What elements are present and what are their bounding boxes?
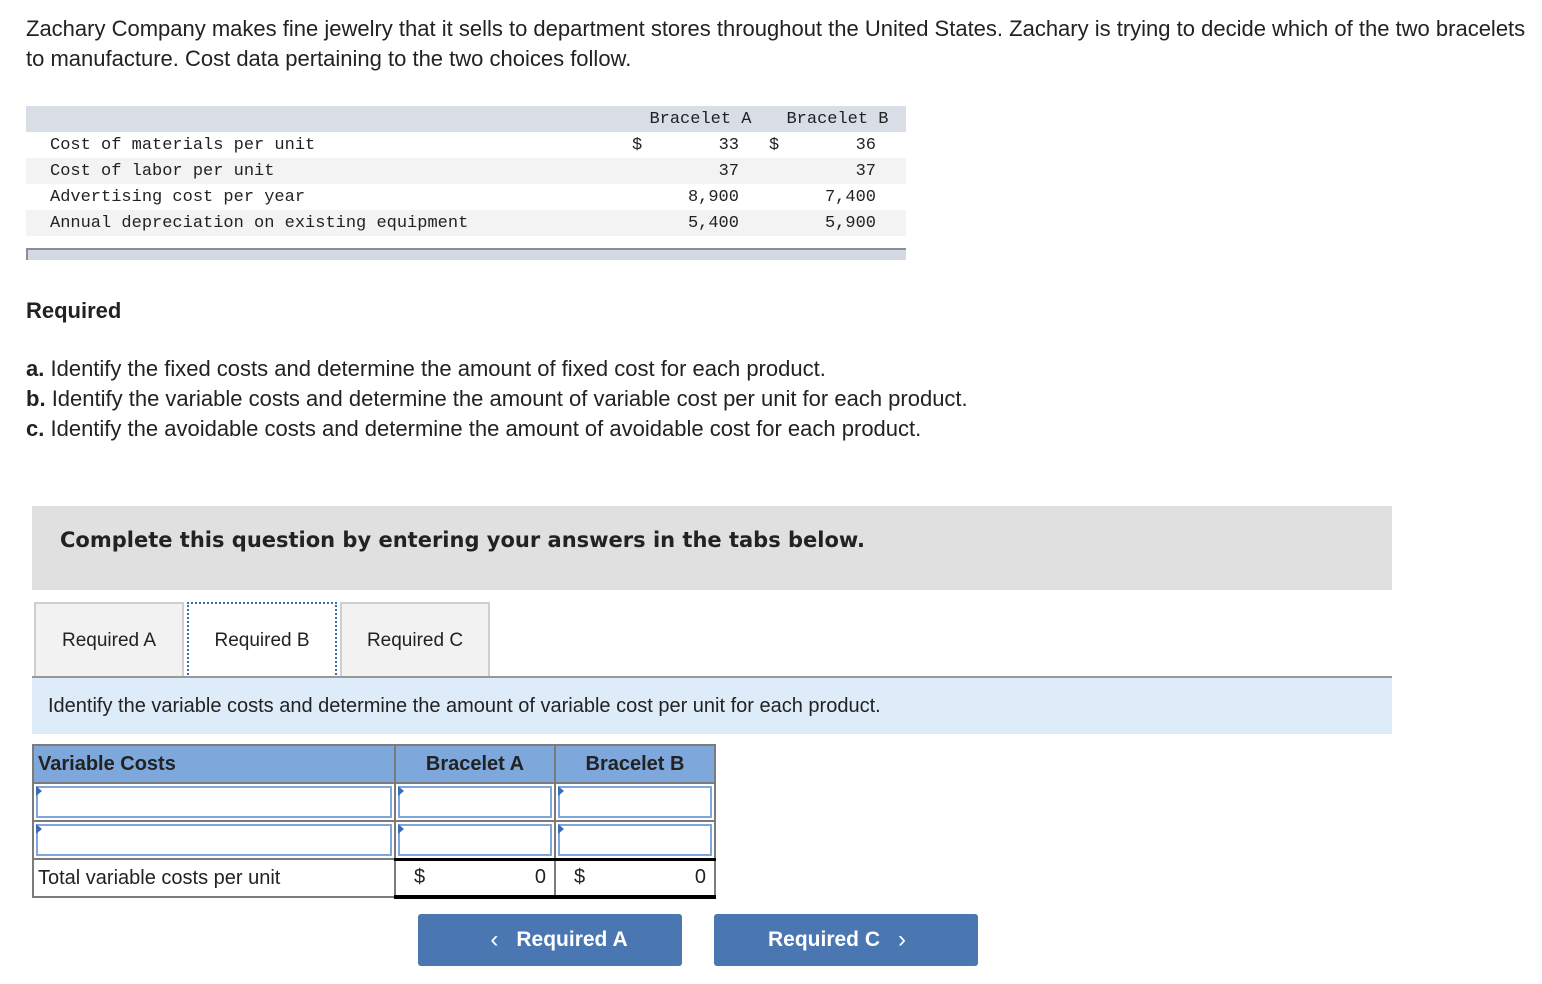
next-button-label: Required C [767,928,880,951]
cost-data-table: Bracelet A Bracelet B Cost of materials … [26,106,906,236]
prev-required-a-button[interactable]: ‹ Required A [418,914,682,966]
bracelet-b-value: 36 [855,135,876,155]
header-bracelet-a: Bracelet A [631,106,769,132]
currency-symbol [632,184,664,210]
answer-table: Variable Costs Bracelet A Bracelet B Tot… [32,744,716,899]
table-row: Annual depreciation on existing equipmen… [26,210,906,236]
total-bracelet-a: $0 [394,857,556,899]
next-required-c-button[interactable]: Required C › [714,914,978,966]
cost-name-dropdown[interactable] [36,824,392,856]
required-item-b: b. Identify the variable costs and deter… [26,386,968,411]
required-item-a: a. Identify the fixed costs and determin… [26,356,826,381]
table-footer-bar [26,248,906,260]
bracelet-a-value: 5,400 [663,210,769,236]
header-bracelet-a: Bracelet A [394,744,556,784]
table-row: Cost of labor per unit 37 37 [26,158,906,184]
required-list: a. Identify the fixed costs and determin… [26,354,968,444]
bracelet-a-value: 33 [718,135,739,155]
header-bracelet-b: Bracelet B [768,106,906,132]
total-row: Total variable costs per unit $0 $0 [32,857,716,899]
total-label: Total variable costs per unit [32,858,396,898]
bracelet-a-value: 8,900 [687,187,739,207]
cost-name-dropdown[interactable] [36,786,392,818]
row-label: Advertising cost per year [50,187,306,207]
tab-bar: Required A Required B Required C [34,602,493,678]
currency-symbol: $ [768,135,780,155]
bracelet-b-input[interactable] [558,786,712,818]
header-bracelet-b: Bracelet B [554,744,716,784]
answer-input-row [32,820,716,860]
bracelet-a-input[interactable] [398,786,552,818]
cost-table-header: Bracelet A Bracelet B [26,106,906,132]
instructions-text: Complete this question by entering your … [60,528,865,552]
prev-button-label: Required A [516,928,628,951]
chevron-left-icon: ‹ [490,926,499,953]
row-label: Annual depreciation on existing equipmen… [26,210,632,236]
tab-required-b[interactable]: Required B [187,602,337,678]
header-variable-costs: Variable Costs [32,744,396,784]
currency-symbol [631,210,664,236]
currency-symbol [768,158,801,184]
bracelet-b-input[interactable] [558,824,712,856]
tab-required-c[interactable]: Required C [340,602,490,678]
currency-symbol [631,158,664,184]
required-item-c: c. Identify the avoidable costs and dete… [26,416,922,441]
chevron-right-icon: › [898,926,906,953]
tab-prompt: Identify the variable costs and determin… [32,678,1392,734]
row-label: Cost of labor per unit [26,158,632,184]
answer-table-header: Variable Costs Bracelet A Bracelet B [32,744,716,784]
total-bracelet-b: $0 [554,857,716,899]
currency-symbol [769,184,801,210]
table-row: Advertising cost per year 8,900 7,400 [26,184,906,210]
row-label: Cost of materials per unit [50,135,316,155]
problem-intro: Zachary Company makes fine jewelry that … [26,16,1526,71]
required-heading: Required [26,298,122,323]
bracelet-a-value: 37 [663,158,769,184]
currency-symbol [768,210,801,236]
bracelet-b-value: 7,400 [824,187,876,207]
bracelet-a-input[interactable] [398,824,552,856]
bracelet-b-value: 5,900 [800,210,906,236]
bracelet-b-value: 37 [800,158,906,184]
instructions-banner: Complete this question by entering your … [32,506,1392,590]
currency-symbol: $ [631,135,643,155]
table-row: Cost of materials per unit $ 33 $ 36 [26,132,906,158]
tab-required-a[interactable]: Required A [34,602,184,678]
answer-input-row [32,782,716,822]
